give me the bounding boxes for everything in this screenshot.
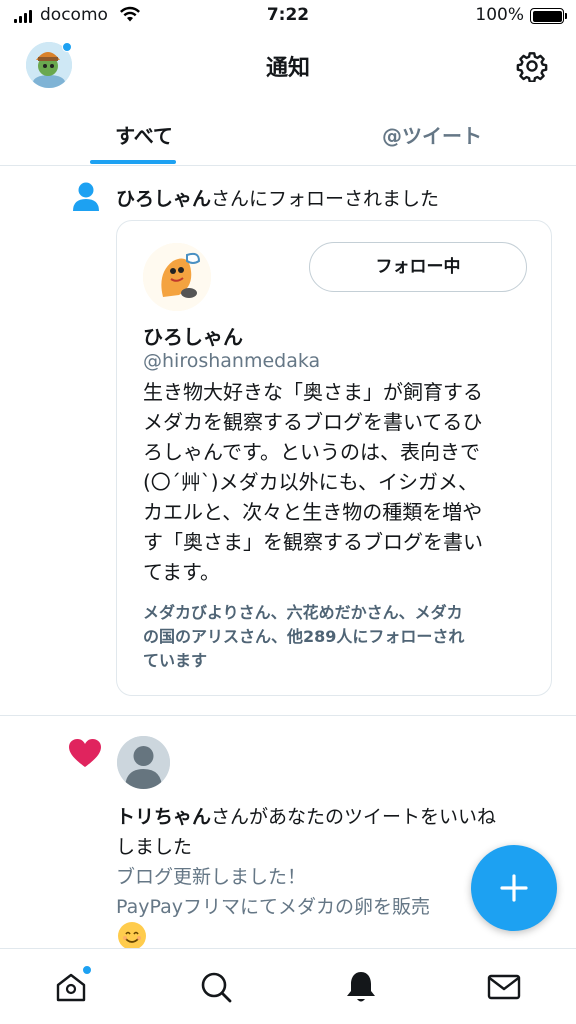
tab-mentions[interactable]: @ツイート — [288, 100, 576, 165]
liked-tweet-text[interactable]: ブログ更新しました！ PayPayフリマにてメダカの卵を販売 — [116, 862, 430, 922]
follow-notification[interactable]: ひろしゃんさんにフォローされました フォロー中 ひろしゃん @hiroshanm… — [0, 166, 576, 716]
following-button[interactable]: フォロー中 — [309, 242, 527, 292]
follow-notification-text: ひろしゃんさんにフォローされました — [116, 184, 439, 211]
home-icon — [56, 973, 86, 1002]
gear-icon — [516, 52, 548, 82]
bio-line: てます。 — [143, 560, 220, 584]
card-bio: 生き物大好きな「奥さま」が飼育する メダカを観察するブログを書いてるひ ろしゃん… — [143, 377, 543, 587]
bio-line: ろしゃんです。というのは、表向きで — [143, 440, 480, 464]
tweet-line: PayPayフリマにてメダカの卵を販売 — [116, 896, 430, 918]
person-icon — [72, 182, 100, 216]
battery-icon — [530, 8, 567, 24]
card-avatar[interactable] — [143, 243, 211, 311]
search-icon — [201, 972, 232, 1003]
followed-by-text[interactable]: メダカびよりさん、六花めだかさん、メダカ の国のアリスさん、他289人にフォロー… — [143, 601, 543, 673]
home-unread-dot — [82, 965, 92, 975]
status-bar: docomo 7:22 100% — [0, 0, 576, 34]
followed-by-line: メダカびよりさん、六花めだかさん、メダカ — [143, 603, 463, 622]
battery-percent: 100% — [475, 5, 524, 25]
followed-by-line: ています — [143, 651, 208, 670]
heart-icon — [68, 738, 102, 772]
mail-icon — [487, 974, 521, 1000]
bio-line: す「奥さま」を観察するブログを書い — [143, 530, 483, 554]
notification-tabs: すべて @ツイート — [0, 100, 576, 166]
card-user-handle: @hiroshanmedaka — [143, 350, 321, 372]
header: 通知 — [0, 34, 576, 96]
like-message: さんがあなたのツイートをいいね — [211, 806, 497, 828]
nav-home[interactable] — [51, 965, 92, 1007]
nav-search[interactable] — [196, 967, 236, 1007]
settings-button[interactable] — [514, 48, 550, 84]
bio-line: (〇´艸`)メダカ以外にも、イシガメ、 — [143, 470, 479, 494]
followed-by-line: の国のアリスさん、他289人にフォローされ — [143, 627, 465, 646]
bio-line: 生き物大好きな「奥さま」が飼育する — [143, 380, 483, 404]
tweet-line: ブログ更新しました！ — [116, 866, 307, 888]
bell-icon — [347, 972, 375, 1002]
bottom-navigation — [0, 948, 576, 1024]
liker-name[interactable]: トリちゃん — [116, 806, 211, 828]
page-title: 通知 — [265, 56, 310, 81]
bio-line: カエルと、次々と生き物の種類を増や — [143, 500, 483, 524]
tab-all[interactable]: すべて — [0, 100, 288, 165]
follow-message: さんにフォローされました — [211, 188, 440, 210]
smiling-face-icon — [118, 922, 146, 950]
card-user-name[interactable]: ひろしゃん — [143, 321, 243, 350]
user-card[interactable]: フォロー中 ひろしゃん @hiroshanmedaka 生き物大好きな「奥さま」… — [116, 220, 552, 696]
compose-button[interactable] — [471, 845, 557, 931]
plus-icon — [500, 874, 528, 902]
nav-notifications[interactable] — [341, 967, 381, 1007]
user-avatar[interactable] — [117, 736, 170, 789]
like-text-line: トリちゃんさんがあなたのツイートをいいね — [116, 802, 556, 832]
nav-messages[interactable] — [484, 967, 524, 1007]
bio-line: メダカを観察するブログを書いてるひ — [143, 410, 483, 434]
active-tab-indicator — [90, 160, 176, 164]
follower-name[interactable]: ひろしゃん — [116, 188, 211, 210]
